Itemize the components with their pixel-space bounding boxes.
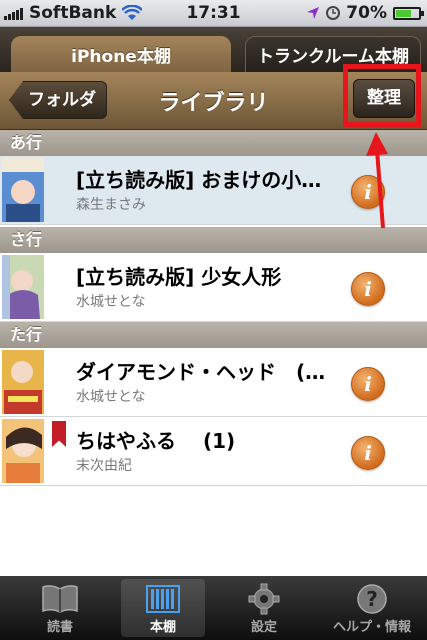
help-icon: ? xyxy=(357,584,387,614)
list-item[interactable]: [立ち読み版] 少女人形 水城せとな i xyxy=(0,253,427,322)
list-item[interactable]: ダイアモンド・ヘッド (… 水城せとな i xyxy=(0,348,427,417)
book-title: ダイアモンド・ヘッド (… xyxy=(76,360,326,384)
book-author: 水城せとな xyxy=(76,389,146,405)
book-title: [立ち読み版] 少女人形 xyxy=(76,265,282,289)
clock-icon xyxy=(326,6,341,20)
bookshelf-icon xyxy=(146,585,180,613)
tab-settings[interactable]: 設定 xyxy=(222,579,306,637)
book-title: ちはやふる (1) xyxy=(76,429,236,453)
tab-label: 読書 xyxy=(46,620,73,635)
list-item[interactable]: [立ち読み版] おまけの小… 森生まさみ i xyxy=(0,156,427,225)
svg-text:?: ? xyxy=(366,587,378,611)
info-button[interactable]: i xyxy=(351,175,385,209)
book-author: 末次由紀 xyxy=(76,458,132,474)
book-cover-image xyxy=(2,158,44,222)
organize-button[interactable]: 整理 xyxy=(353,79,415,118)
book-author: 森生まさみ xyxy=(76,197,146,213)
bottom-tab-bar: 読書 本棚 設定 ? ヘルプ・情報 xyxy=(0,576,427,640)
tab-iphone-shelf[interactable]: iPhone本棚 xyxy=(11,36,231,72)
tab-label: ヘルプ・情報 xyxy=(332,620,411,635)
book-icon xyxy=(42,585,78,613)
section-header-sa: さ行 xyxy=(0,227,427,253)
tab-label: 設定 xyxy=(250,620,277,635)
location-icon xyxy=(307,7,320,19)
book-cover-image xyxy=(2,255,44,319)
battery-icon xyxy=(393,6,424,20)
bookmark-icon xyxy=(52,421,66,447)
status-bar: SoftBank 17:31 70% xyxy=(0,0,427,27)
tab-help-info[interactable]: ? ヘルプ・情報 xyxy=(322,579,422,637)
tab-bookshelf[interactable]: 本棚 xyxy=(121,579,205,637)
tab-label: 本棚 xyxy=(149,620,176,635)
section-header-ta: た行 xyxy=(0,322,427,348)
battery-percent: 70% xyxy=(346,3,387,23)
book-title: [立ち読み版] おまけの小… xyxy=(76,168,322,192)
list-item[interactable]: ちはやふる (1) 末次由紀 i xyxy=(0,417,427,486)
info-button[interactable]: i xyxy=(351,436,385,470)
book-cover-image xyxy=(2,419,44,483)
info-button[interactable]: i xyxy=(351,272,385,306)
tab-reading[interactable]: 読書 xyxy=(18,579,102,637)
section-header-a: あ行 xyxy=(0,130,427,156)
info-button[interactable]: i xyxy=(351,367,385,401)
book-cover-image xyxy=(2,350,44,414)
gear-icon xyxy=(248,583,280,615)
book-author: 水城せとな xyxy=(76,294,146,310)
